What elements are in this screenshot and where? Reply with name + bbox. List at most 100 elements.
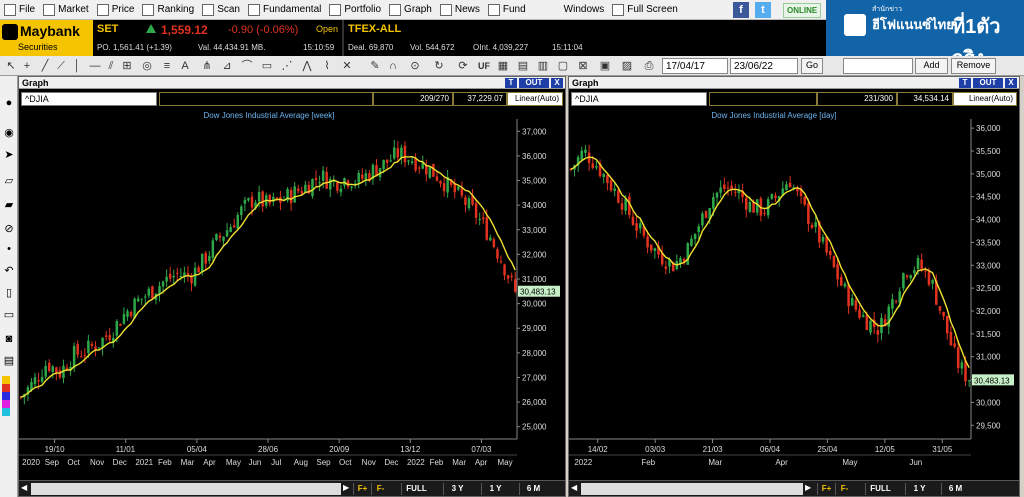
marker-icon[interactable]: ▰	[1, 198, 17, 212]
left-zoom-out-button[interactable]: F-	[371, 483, 389, 495]
trash-icon[interactable]: ▯	[1, 286, 17, 300]
left-3y-button[interactable]: 3 Y	[443, 483, 471, 495]
menu-item-portfolio[interactable]: Portfolio	[325, 0, 385, 20]
twitter-icon[interactable]: t	[755, 2, 771, 18]
undo-icon[interactable]: ↶	[1, 264, 17, 278]
magnet-icon[interactable]: ∩	[386, 59, 400, 73]
vline-tool-icon[interactable]: │	[70, 59, 84, 73]
zoom-icon[interactable]: ⊙	[408, 59, 422, 73]
left-out-button[interactable]: OUT	[519, 78, 549, 88]
fan-tool-icon[interactable]: ⋰	[280, 59, 294, 73]
ray-tool-icon[interactable]: ⟋	[54, 59, 68, 73]
wave-tool-icon[interactable]: ⌇	[320, 59, 334, 73]
right-close-button[interactable]: X	[1005, 78, 1017, 88]
menu-item-graph[interactable]: Graph	[385, 0, 436, 20]
left-close-button[interactable]: X	[551, 78, 563, 88]
clipboard-icon[interactable]: ▥	[536, 59, 550, 73]
color-red-swatch[interactable]	[2, 384, 10, 392]
right-symbol-select[interactable]: ^DJIA	[571, 92, 707, 106]
menu-item-scan[interactable]: Scan	[198, 0, 244, 20]
grid-icon[interactable]: ▦	[496, 59, 510, 73]
menu-item-file[interactable]: File	[0, 0, 39, 20]
pitchfork-tool-icon[interactable]: ⋔	[200, 59, 214, 73]
compare-icon[interactable]: ⊠	[576, 59, 590, 73]
gann-tool-icon[interactable]: ⊿	[220, 59, 234, 73]
color-yellow-swatch[interactable]	[2, 376, 10, 384]
menu-item-fund[interactable]: Fund	[484, 0, 530, 20]
hline-tool-icon[interactable]: —	[88, 59, 102, 73]
crosshair-icon[interactable]: +	[20, 59, 34, 73]
go-button[interactable]: Go	[801, 58, 823, 74]
left-1y-button[interactable]: 1 Y	[481, 483, 509, 495]
layout-icon[interactable]: ▣	[598, 59, 612, 73]
camera-icon[interactable]: ◙	[1, 332, 17, 346]
right-scroll-left-icon[interactable]: ◀	[571, 483, 579, 495]
print-icon[interactable]: ⎙	[642, 59, 656, 73]
right-t-button[interactable]: T	[959, 78, 971, 88]
menu-item-ranking[interactable]: Ranking	[138, 0, 198, 20]
menu-item-full-screen[interactable]: Full Screen	[608, 0, 682, 20]
cart-icon[interactable]: ▭	[1, 308, 17, 322]
date-to-input[interactable]	[730, 58, 798, 74]
right-6m-button[interactable]: 6 M	[941, 483, 969, 495]
image-icon[interactable]: ▨	[620, 59, 634, 73]
sync-icon[interactable]: ⟳	[456, 59, 470, 73]
eye-icon[interactable]: ◉	[1, 126, 17, 140]
left-6m-button[interactable]: 6 M	[519, 483, 547, 495]
brush-icon[interactable]: ●	[1, 96, 17, 110]
refresh-icon[interactable]: ↻	[432, 59, 446, 73]
menu-item-price[interactable]: Price	[93, 0, 139, 20]
delete-tool-icon[interactable]: ✕	[340, 59, 354, 73]
right-chart[interactable]: 29,50030,00030,50031,00031,50032,00032,5…	[569, 107, 1019, 481]
menu-item-news[interactable]: News	[436, 0, 484, 20]
ad-banner[interactable]: สำนักข่าว ฮีโฟแนนซ์ไทย ที่1ตัวจริง	[826, 0, 1024, 70]
line-tool-icon[interactable]: ╱	[38, 59, 52, 73]
left-zoom-in-button[interactable]: F+	[353, 483, 371, 495]
uf-button[interactable]: UF	[476, 59, 492, 73]
color-blue-swatch[interactable]	[2, 392, 10, 400]
left-full-button[interactable]: FULL	[401, 483, 431, 495]
right-1y-button[interactable]: 1 Y	[905, 483, 933, 495]
color-cyan-swatch[interactable]	[2, 408, 10, 416]
cycle-tool-icon[interactable]: ⊞	[120, 59, 134, 73]
left-scrollbar[interactable]	[31, 483, 341, 495]
template-select[interactable]	[843, 58, 913, 74]
left-chart[interactable]: 25,000 26,000 27,000 28,000 29,000 30,000 31,0…	[19, 107, 565, 481]
menu-item-fundamental[interactable]: Fundamental	[244, 0, 325, 20]
left-scroll-left-icon[interactable]: ◀	[21, 483, 29, 495]
left-scale-select[interactable]: Linear(Auto)	[507, 92, 563, 106]
right-out-button[interactable]: OUT	[973, 78, 1003, 88]
remove-button[interactable]: Remove	[951, 58, 996, 74]
left-scroll-right-icon[interactable]: ▶	[343, 483, 351, 495]
pencil-icon[interactable]: ✎	[368, 59, 382, 73]
shape-tool-icon[interactable]: ◎	[140, 59, 154, 73]
menu-item-market[interactable]: Market	[39, 0, 93, 20]
date-from-input[interactable]	[662, 58, 728, 74]
pen-icon[interactable]: ⊘	[1, 222, 17, 236]
ruler-icon[interactable]: ▤	[516, 59, 530, 73]
facebook-icon[interactable]: f	[733, 2, 749, 18]
left-symbol-select[interactable]: ^DJIA	[21, 92, 157, 106]
notes-icon[interactable]: ▤	[1, 354, 17, 368]
pattern-tool-icon[interactable]: ⋀	[300, 59, 314, 73]
right-full-button[interactable]: FULL	[865, 483, 895, 495]
frame-icon[interactable]: ▢	[556, 59, 570, 73]
channel-tool-icon[interactable]: ⫽	[104, 59, 118, 73]
color-magenta-swatch[interactable]	[2, 400, 10, 408]
left-t-button[interactable]: T	[505, 78, 517, 88]
dot-icon[interactable]: •	[1, 242, 17, 256]
cursor-icon[interactable]: ➤	[1, 148, 17, 162]
rect-tool-icon[interactable]: ▭	[260, 59, 274, 73]
eraser-icon[interactable]: ▱	[1, 174, 17, 188]
right-scale-select[interactable]: Linear(Auto)	[953, 92, 1017, 106]
select-arrow-icon[interactable]: ↖	[4, 59, 18, 73]
fib-tool-icon[interactable]: ≡	[160, 59, 174, 73]
arc-tool-icon[interactable]: ⌒	[240, 59, 254, 73]
right-scroll-right-icon[interactable]: ▶	[805, 483, 813, 495]
menu-item-windows[interactable]: Windows	[560, 0, 609, 20]
add-button[interactable]: Add	[915, 58, 948, 74]
right-scrollbar[interactable]	[581, 483, 803, 495]
right-zoom-out-button[interactable]: F-	[835, 483, 853, 495]
text-tool-icon[interactable]: A	[178, 59, 192, 73]
right-zoom-in-button[interactable]: F+	[817, 483, 835, 495]
